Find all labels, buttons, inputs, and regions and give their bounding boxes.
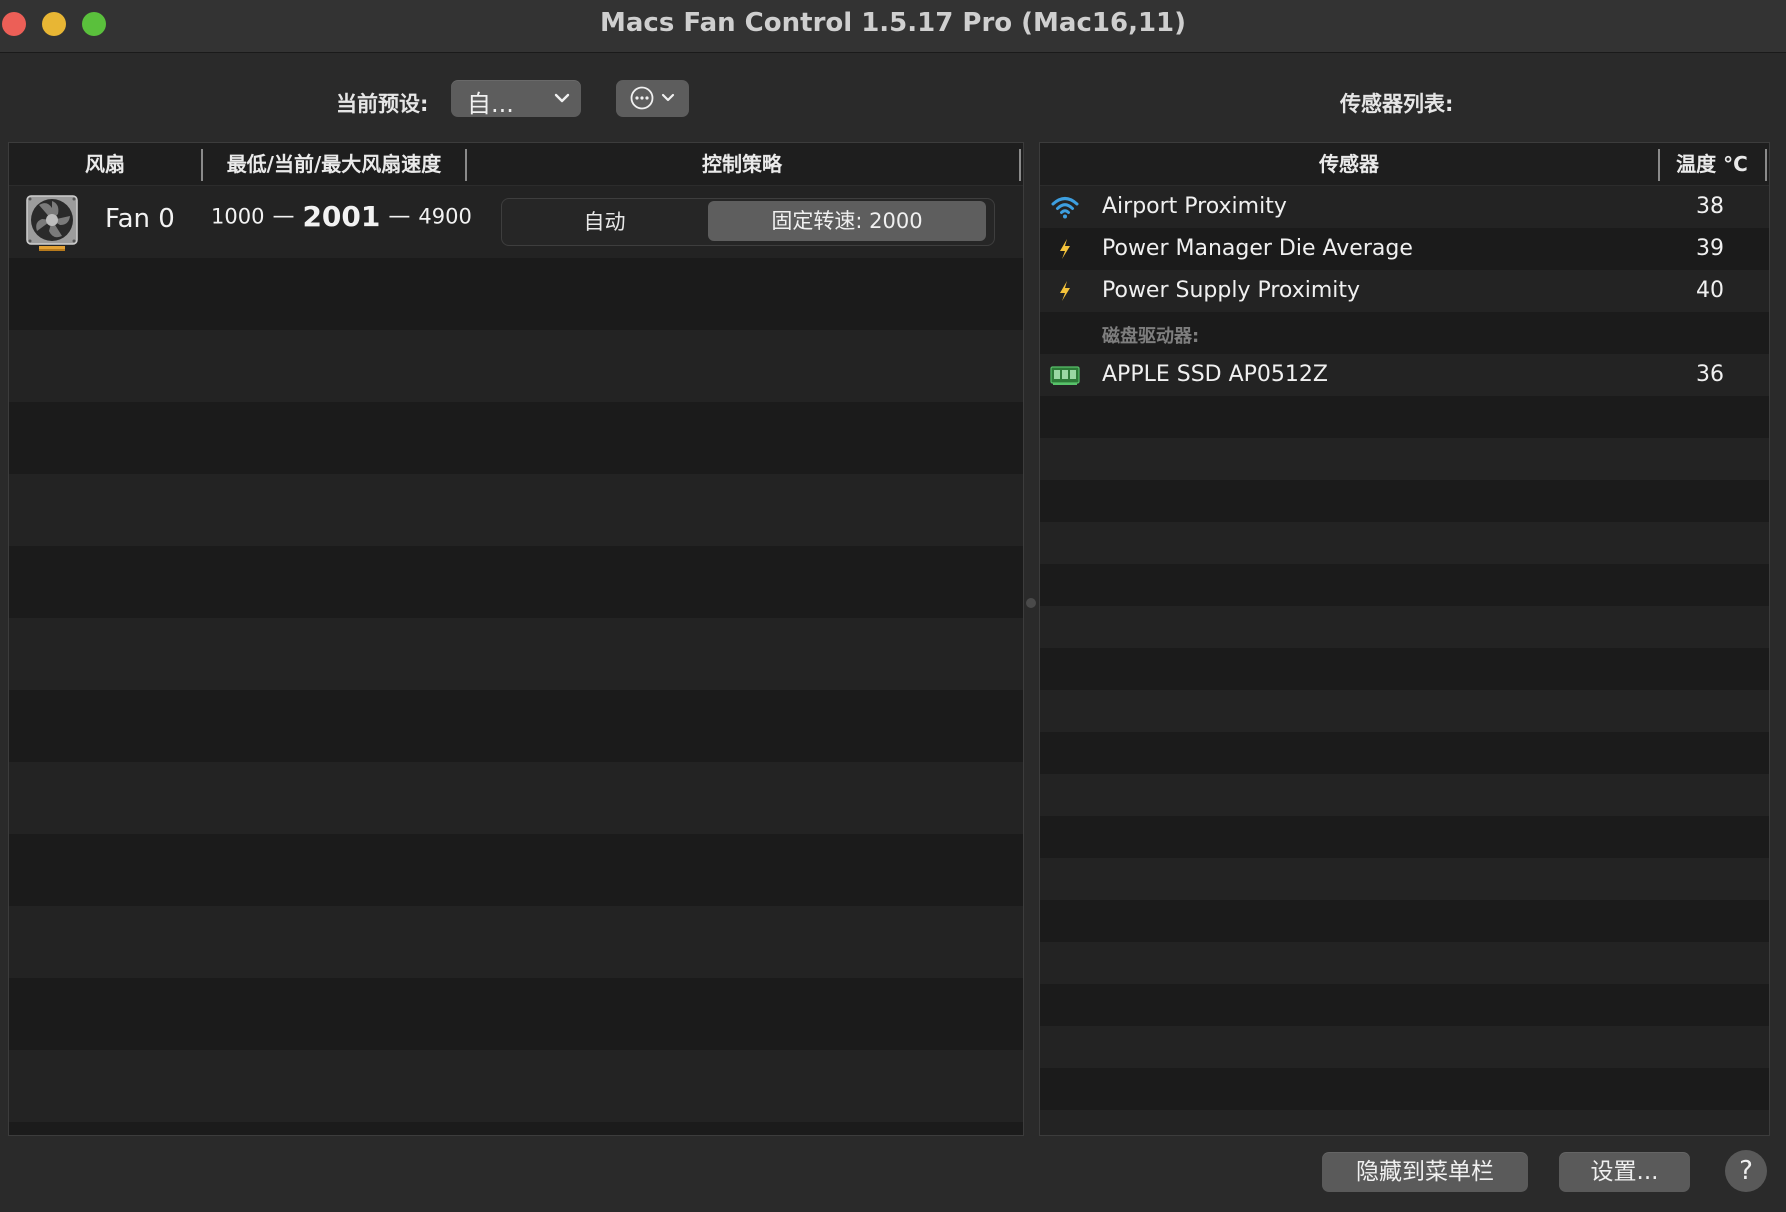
table-row[interactable]: Power Manager Die Average 39 bbox=[1040, 228, 1769, 270]
empty-row bbox=[9, 978, 1023, 1050]
column-header-sensor[interactable]: 传感器 bbox=[1040, 143, 1658, 185]
table-row[interactable]: APPLE SSD AP0512Z 36 bbox=[1040, 354, 1769, 396]
sensor-temperature: 38 bbox=[1696, 194, 1724, 219]
empty-row bbox=[1040, 606, 1769, 648]
sensor-list-label: 传感器列表: bbox=[1340, 92, 1454, 116]
empty-row bbox=[1040, 480, 1769, 522]
help-button[interactable]: ? bbox=[1725, 1150, 1767, 1192]
empty-row bbox=[1040, 1110, 1769, 1135]
mode-fixed-speed-button[interactable]: 固定转速: 2000 bbox=[708, 201, 986, 241]
title-bar: Macs Fan Control 1.5.17 Pro (Mac16,11) bbox=[0, 0, 1786, 53]
sensor-table: 传感器 温度 °C Airport Proximity 38 Power Man… bbox=[1039, 142, 1770, 1136]
sensor-name: Airport Proximity bbox=[1102, 194, 1287, 219]
column-header-control[interactable]: 控制策略 bbox=[467, 143, 1017, 185]
fan-table-header: 风扇 最低/当前/最大风扇速度 控制策略 bbox=[9, 143, 1023, 186]
mode-auto-button[interactable]: 自动 bbox=[502, 199, 707, 245]
empty-row bbox=[1040, 1068, 1769, 1110]
lightning-icon bbox=[1060, 239, 1070, 259]
chevron-down-icon bbox=[554, 93, 570, 103]
empty-row bbox=[9, 690, 1023, 762]
lightning-icon bbox=[1060, 281, 1070, 301]
column-separator[interactable] bbox=[1765, 149, 1767, 181]
fan-min-speed: 1000 bbox=[211, 204, 265, 229]
column-header-fan[interactable]: 风扇 bbox=[9, 143, 201, 185]
sensor-name: APPLE SSD AP0512Z bbox=[1102, 362, 1328, 387]
empty-row bbox=[9, 618, 1023, 690]
table-row[interactable]: Fan 0 1000 — 2001 — 4900 自动 固定转速: 2000 bbox=[9, 186, 1023, 258]
empty-row bbox=[9, 906, 1023, 978]
fan-icon bbox=[26, 195, 78, 251]
table-row[interactable]: Airport Proximity 38 bbox=[1040, 186, 1769, 228]
group-label-disk-drives: 磁盘驱动器: bbox=[1102, 326, 1200, 347]
ellipsis-circle-icon bbox=[630, 86, 654, 110]
settings-button[interactable]: 设置... bbox=[1559, 1152, 1690, 1192]
column-header-speed[interactable]: 最低/当前/最大风扇速度 bbox=[203, 143, 465, 185]
empty-row bbox=[9, 762, 1023, 834]
empty-row bbox=[1040, 438, 1769, 480]
empty-row bbox=[1040, 1026, 1769, 1068]
more-options-button[interactable] bbox=[616, 80, 689, 117]
empty-row bbox=[1040, 522, 1769, 564]
preset-value: 自... bbox=[467, 90, 514, 118]
sensor-name: Power Manager Die Average bbox=[1102, 236, 1413, 261]
sensor-temperature: 39 bbox=[1696, 236, 1724, 261]
empty-row bbox=[1040, 816, 1769, 858]
app-window: Macs Fan Control 1.5.17 Pro (Mac16,11) 当… bbox=[0, 0, 1786, 1212]
column-separator[interactable] bbox=[1019, 149, 1021, 181]
preset-dropdown[interactable]: 自... bbox=[451, 80, 581, 118]
empty-row bbox=[9, 1050, 1023, 1122]
empty-row bbox=[9, 1122, 1023, 1135]
empty-row bbox=[1040, 396, 1769, 438]
empty-row bbox=[9, 402, 1023, 474]
fan-table: 风扇 最低/当前/最大风扇速度 控制策略 Fan 0 1000 — 2001 —… bbox=[8, 142, 1024, 1136]
empty-row bbox=[1040, 984, 1769, 1026]
window-title: Macs Fan Control 1.5.17 Pro (Mac16,11) bbox=[599, 8, 1187, 38]
sensor-name: Power Supply Proximity bbox=[1102, 278, 1361, 303]
empty-row bbox=[9, 834, 1023, 906]
empty-row bbox=[9, 330, 1023, 402]
fan-speed-readout: 1000 — 2001 — 4900 bbox=[211, 200, 472, 233]
empty-row bbox=[1040, 900, 1769, 942]
empty-row bbox=[1040, 732, 1769, 774]
empty-row bbox=[9, 474, 1023, 546]
fan-max-speed: 4900 bbox=[418, 204, 472, 229]
empty-row bbox=[1040, 690, 1769, 732]
split-view-divider[interactable] bbox=[1026, 598, 1036, 608]
wifi-icon bbox=[1051, 197, 1079, 219]
ssd-icon bbox=[1050, 366, 1080, 385]
speed-dash: — bbox=[388, 204, 411, 229]
fan-current-speed: 2001 bbox=[302, 200, 381, 233]
sensor-temperature: 36 bbox=[1696, 362, 1724, 387]
empty-row bbox=[9, 258, 1023, 330]
sensor-temperature: 40 bbox=[1696, 278, 1724, 303]
empty-row bbox=[1040, 942, 1769, 984]
chevron-down-icon bbox=[661, 93, 675, 102]
control-mode-segmented: 自动 固定转速: 2000 bbox=[501, 198, 995, 246]
fan-name: Fan 0 bbox=[105, 204, 175, 234]
empty-row bbox=[1040, 858, 1769, 900]
empty-row bbox=[9, 546, 1023, 618]
table-row[interactable]: Power Supply Proximity 40 bbox=[1040, 270, 1769, 312]
empty-row bbox=[1040, 774, 1769, 816]
column-header-temperature[interactable]: 温度 °C bbox=[1660, 143, 1764, 185]
preset-label: 当前预设: bbox=[336, 92, 429, 116]
empty-row bbox=[1040, 564, 1769, 606]
sensor-table-header: 传感器 温度 °C bbox=[1040, 143, 1769, 186]
speed-dash: — bbox=[272, 204, 295, 229]
hide-to-menu-bar-button[interactable]: 隐藏到菜单栏 bbox=[1322, 1152, 1528, 1192]
empty-row bbox=[1040, 648, 1769, 690]
group-header-row: 磁盘驱动器: bbox=[1040, 312, 1769, 354]
